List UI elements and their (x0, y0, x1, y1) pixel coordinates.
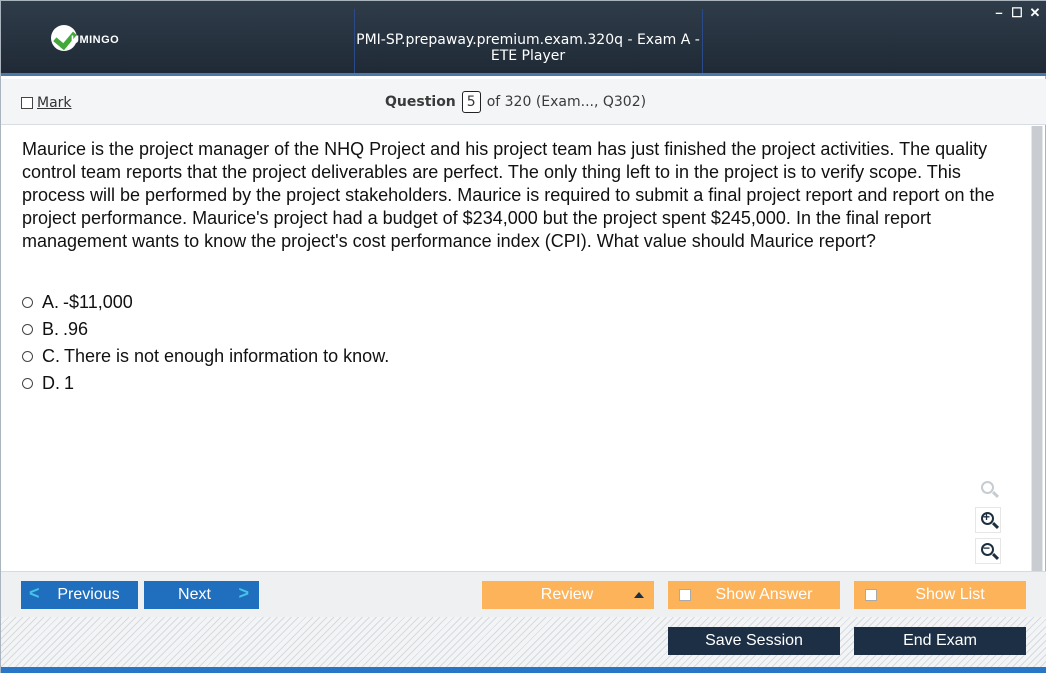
title-bar: UMINGO PMI-SP.prepaway.premium.exam.320q… (1, 1, 1046, 76)
answer-option-b[interactable]: B. .96 (22, 316, 389, 343)
ete-player-window: UMINGO PMI-SP.prepaway.premium.exam.320q… (0, 0, 1046, 673)
chevron-right-icon: > (238, 583, 249, 603)
close-icon[interactable]: ✕ (1029, 5, 1041, 21)
end-exam-button[interactable]: End Exam (854, 627, 1026, 655)
radio-button[interactable] (22, 351, 33, 362)
question-text: Maurice is the project manager of the NH… (22, 139, 995, 251)
mark-label[interactable]: Mark (37, 95, 72, 111)
title-separator (702, 9, 703, 73)
radio-button[interactable] (22, 324, 33, 335)
show-list-toggle[interactable]: Show List (854, 581, 1026, 609)
question-number-input[interactable]: 5 (461, 91, 481, 113)
previous-button[interactable]: < Previous (21, 581, 138, 609)
zoom-out-icon[interactable]: − (975, 538, 1001, 564)
option-text: There is not enough information to know. (64, 346, 390, 366)
chevron-left-icon: < (29, 583, 40, 603)
next-button[interactable]: Next > (144, 581, 259, 609)
review-button[interactable]: Review (482, 581, 654, 609)
logo-text: UMINGO (71, 34, 120, 46)
mark-checkbox-box[interactable] (21, 97, 33, 109)
question-header: Mark Question 5 of 320 (Exam..., Q302) (1, 79, 1046, 125)
window-title: PMI-SP.prepaway.premium.exam.320q - Exam… (356, 32, 700, 64)
show-answer-toggle[interactable]: Show Answer (668, 581, 840, 609)
review-label: Review (540, 586, 594, 603)
navigation-toolbar: < Previous Next > Review Show Answer Sho… (1, 571, 1046, 617)
option-letter: A. (42, 292, 60, 312)
next-label: Next (178, 586, 211, 603)
maximize-icon[interactable]: ☐ (1011, 5, 1023, 21)
zoom-controls: + − (975, 476, 1005, 569)
session-footer: Save Session End Exam (1, 617, 1046, 667)
caret-up-icon (634, 592, 644, 598)
minimize-icon[interactable]: – (993, 5, 1005, 21)
question-counter: Question 5 of 320 (Exam..., Q302) (385, 91, 646, 113)
search-icon[interactable] (975, 476, 1001, 502)
option-letter: C. (42, 346, 60, 366)
show-list-label: Show List (915, 586, 985, 603)
zoom-in-icon[interactable]: + (975, 507, 1001, 533)
umingo-logo: UMINGO (51, 25, 161, 55)
vertical-scrollbar[interactable] (1031, 126, 1043, 571)
answer-option-d[interactable]: D. 1 (22, 370, 389, 397)
save-session-label: Save Session (705, 632, 803, 649)
option-letter: B. (42, 319, 60, 339)
show-answer-label: Show Answer (715, 586, 813, 603)
question-label: Question (385, 94, 456, 110)
answer-option-c[interactable]: C. There is not enough information to kn… (22, 343, 389, 370)
radio-button[interactable] (22, 297, 33, 308)
bottom-accent-bar (1, 667, 1046, 673)
save-session-button[interactable]: Save Session (668, 627, 840, 655)
question-of-text: of 320 (Exam..., Q302) (486, 94, 647, 110)
question-panel: Maurice is the project manager of the NH… (7, 126, 1029, 571)
show-list-checkbox[interactable] (865, 589, 877, 601)
option-text: .96 (63, 319, 89, 339)
option-letter: D. (42, 373, 60, 393)
option-text: -$11,000 (63, 292, 133, 312)
option-text: 1 (64, 373, 75, 393)
radio-button[interactable] (22, 378, 33, 389)
mark-checkbox[interactable]: Mark (21, 95, 72, 111)
window-controls: – ☐ ✕ (993, 5, 1041, 21)
answer-options: A. -$11,000 B. .96 C. There is not enoug… (22, 289, 389, 397)
previous-label: Previous (57, 586, 120, 603)
answer-option-a[interactable]: A. -$11,000 (22, 289, 389, 316)
scrollbar-thumb[interactable] (1032, 126, 1042, 571)
show-answer-checkbox[interactable] (679, 589, 691, 601)
end-exam-label: End Exam (903, 632, 977, 649)
